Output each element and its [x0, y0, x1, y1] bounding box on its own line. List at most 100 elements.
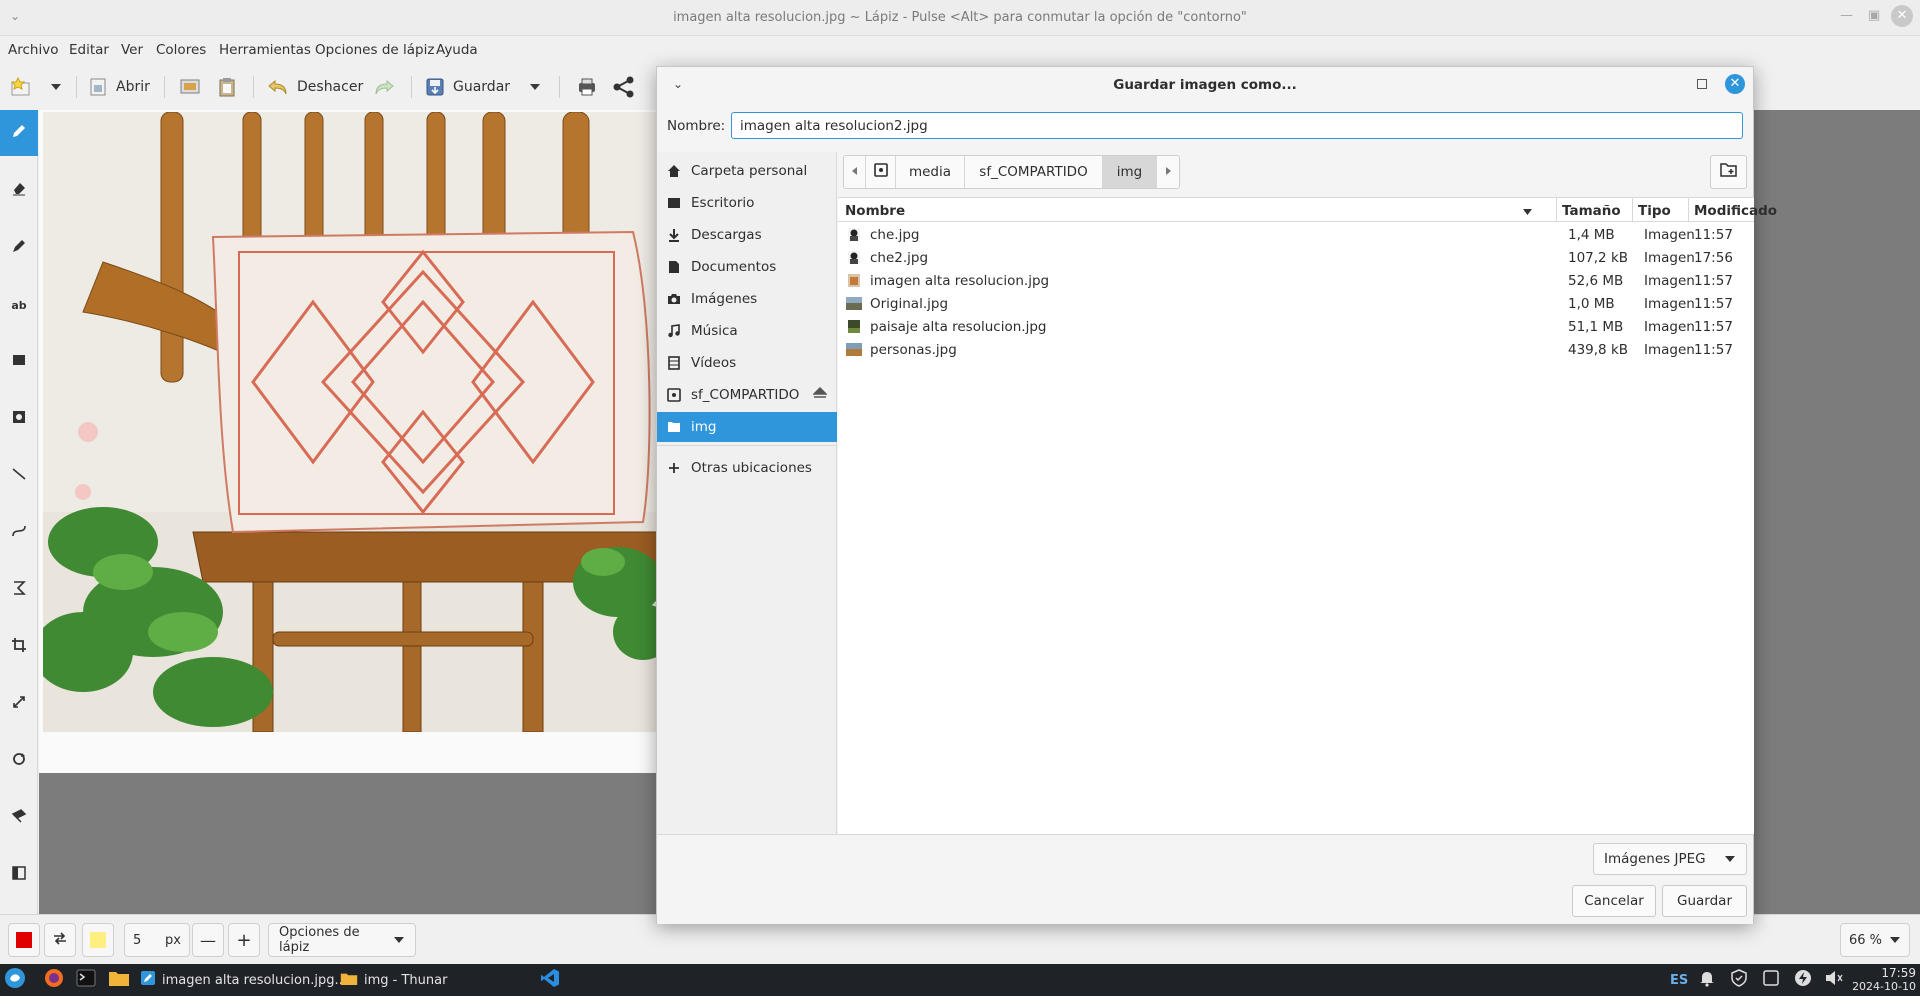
path-forward-button[interactable] [1157, 156, 1179, 188]
tool-size-field[interactable]: 5 px [124, 923, 190, 957]
text-tool[interactable]: ab [0, 282, 38, 328]
file-row[interactable]: Original.jpg 1,0 MB Imagen 11:57 [838, 292, 1754, 315]
place-documentos[interactable]: Documentos [657, 252, 837, 282]
security-tray[interactable] [1730, 964, 1748, 996]
crop-tool[interactable] [0, 624, 38, 670]
notifications-tray[interactable] [1698, 964, 1716, 996]
secondary-color-button[interactable] [82, 923, 114, 957]
column-size[interactable]: Tamaño [1562, 203, 1621, 219]
menu-ayuda[interactable]: Ayuda [436, 42, 478, 58]
paste-button[interactable] [217, 73, 237, 101]
task-lapiz[interactable]: imagen alta resolucion.jpg... [140, 964, 347, 996]
highlighter-tool[interactable] [0, 225, 38, 271]
keyboard-layout-indicator[interactable]: ES [1670, 964, 1688, 996]
shape-tool[interactable] [0, 396, 38, 442]
place-label: sf_COMPARTIDO [691, 387, 800, 403]
create-folder-button[interactable] [1710, 155, 1747, 189]
path-segment-img[interactable]: img [1103, 156, 1157, 188]
line-tool[interactable] [0, 453, 38, 499]
place-label: Descargas [691, 227, 762, 243]
file-row[interactable]: che2.jpg 107,2 kB Imagen 17:56 [838, 246, 1754, 269]
path-back-button[interactable] [844, 156, 866, 188]
swap-colors-button[interactable] [44, 923, 76, 957]
path-segment-sf-compartido[interactable]: sf_COMPARTIDO [965, 156, 1103, 188]
path-root-button[interactable] [866, 156, 896, 188]
place-descargas[interactable]: Descargas [657, 220, 837, 250]
menu-archivo[interactable]: Archivo [8, 42, 58, 58]
eraser-tool[interactable] [0, 167, 38, 213]
vscode-launcher[interactable] [540, 964, 560, 996]
taskbar: imagen alta resolucion.jpg... img - Thun… [0, 964, 1920, 996]
share-button[interactable] [612, 73, 636, 101]
place-imagenes[interactable]: Imágenes [657, 284, 837, 314]
sort-descending-icon[interactable] [1522, 204, 1533, 220]
filename-input[interactable] [731, 112, 1743, 139]
new-image-dropdown[interactable] [50, 73, 62, 101]
secondary-color-swatch [90, 932, 106, 948]
tools-palette: ab [0, 110, 38, 914]
eject-icon[interactable] [812, 386, 829, 403]
skew-tool[interactable] [0, 795, 38, 841]
volume-tray[interactable] [1824, 964, 1844, 996]
menu-editar[interactable]: Editar [69, 42, 109, 58]
minimize-button[interactable]: — [1840, 8, 1853, 23]
dialog-close-button[interactable]: ✕ [1725, 74, 1745, 94]
place-sf-compartido[interactable]: sf_COMPARTIDO [657, 380, 837, 410]
place-img[interactable]: img [657, 412, 837, 442]
file-row[interactable]: imagen alta resolucion.jpg 52,6 MB Image… [838, 269, 1754, 292]
pencil-tool[interactable] [0, 110, 38, 156]
column-type[interactable]: Tipo [1638, 203, 1671, 219]
files-launcher[interactable] [108, 964, 130, 996]
start-menu-button[interactable] [4, 964, 26, 996]
file-row[interactable]: personas.jpg 439,8 kB Imagen 11:57 [838, 338, 1754, 361]
file-row[interactable]: che.jpg 1,4 MB Imagen 11:57 [838, 223, 1754, 246]
increase-size-button[interactable]: + [228, 923, 260, 957]
power-tray[interactable] [1794, 964, 1812, 996]
copy-button[interactable] [179, 73, 201, 101]
decrease-size-button[interactable]: — [192, 923, 224, 957]
zoom-menu[interactable]: 66 % [1840, 923, 1910, 957]
column-modified[interactable]: Modificado [1694, 203, 1777, 219]
place-videos[interactable]: Vídeos [657, 348, 837, 378]
filters-tool[interactable] [0, 852, 38, 898]
place-carpeta-personal[interactable]: Carpeta personal [657, 156, 837, 186]
column-name[interactable]: Nombre [845, 203, 905, 219]
bell-icon [1698, 969, 1716, 991]
file-row[interactable]: paisaje alta resolucion.jpg 51,1 MB Imag… [838, 315, 1754, 338]
new-image-button[interactable] [10, 73, 32, 101]
close-button[interactable]: ✕ [1891, 5, 1913, 27]
firefox-launcher[interactable] [44, 964, 64, 996]
maximize-button[interactable]: ▣ [1868, 8, 1880, 23]
dialog-maximize-button[interactable] [1697, 79, 1707, 89]
curve-tool[interactable] [0, 510, 38, 556]
menu-colores[interactable]: Colores [156, 42, 206, 58]
file-name: imagen alta resolucion.jpg [870, 273, 1050, 289]
terminal-launcher[interactable] [76, 964, 96, 996]
rotate-tool[interactable] [0, 738, 38, 784]
save-dropdown[interactable] [529, 73, 541, 101]
tool-options-menu[interactable]: Opciones de lápiz [268, 923, 416, 957]
menu-ver[interactable]: Ver [121, 42, 143, 58]
place-musica[interactable]: Música [657, 316, 837, 346]
primary-color-button[interactable] [8, 923, 40, 957]
menu-herramientas[interactable]: Herramientas [219, 42, 311, 58]
scale-tool[interactable] [0, 567, 38, 613]
open-button[interactable]: Abrir [88, 73, 150, 101]
drive-tray[interactable] [1762, 964, 1780, 996]
image-canvas[interactable] [39, 110, 657, 773]
file-type-filter[interactable]: Imágenes JPEG [1593, 843, 1747, 875]
redo-button[interactable] [373, 73, 395, 101]
save-button[interactable]: Guardar [425, 73, 510, 101]
place-otras-ubicaciones[interactable]: Otras ubicaciones [657, 453, 837, 483]
resize-tool[interactable] [0, 681, 38, 727]
place-escritorio[interactable]: Escritorio [657, 188, 837, 218]
save-button[interactable]: Guardar [1662, 885, 1747, 917]
path-segment-media[interactable]: media [896, 156, 965, 188]
task-thunar[interactable]: img - Thunar [340, 964, 447, 996]
print-button[interactable] [576, 73, 598, 101]
menu-opciones-lapiz[interactable]: Opciones de lápiz [315, 42, 434, 58]
undo-button[interactable]: Deshacer [267, 73, 363, 101]
clock[interactable]: 17:59 2024-10-10 [1852, 966, 1916, 994]
rectangle-tool[interactable] [0, 339, 38, 385]
cancel-button[interactable]: Cancelar [1572, 885, 1656, 917]
